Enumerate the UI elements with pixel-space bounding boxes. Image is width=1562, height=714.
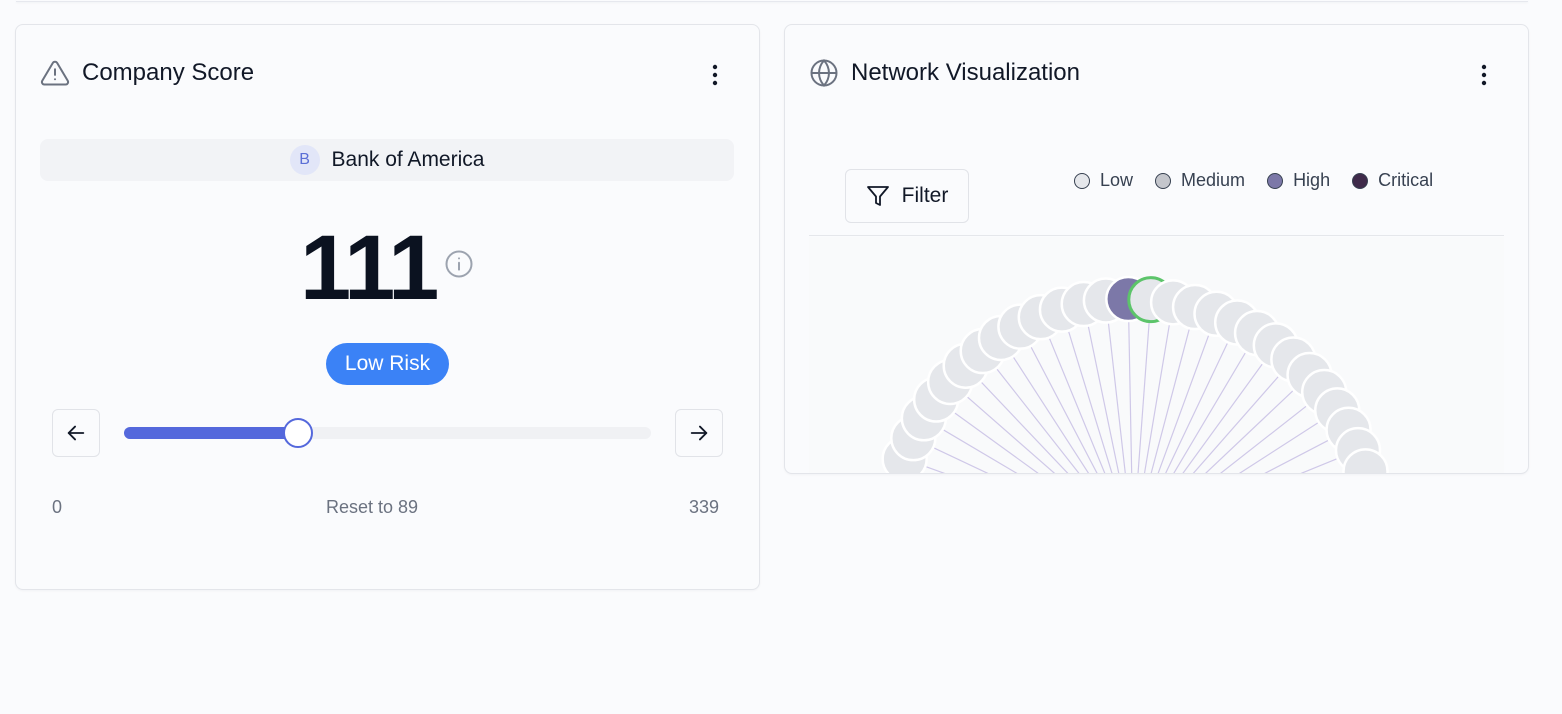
more-vertical-icon[interactable] <box>709 63 721 87</box>
legend-dot <box>1267 172 1284 189</box>
previous-button[interactable] <box>52 409 100 457</box>
divider <box>809 235 1504 236</box>
company-score-header: Company Score <box>40 58 254 88</box>
filter-label: Filter <box>901 184 949 207</box>
card-title: Network Visualization <box>851 59 1080 86</box>
legend-item-high[interactable]: High <box>1267 170 1330 191</box>
range-max-label: 339 <box>689 497 720 517</box>
network-edge <box>982 350 1080 473</box>
risk-legend: Low Medium High Critical <box>1074 170 1433 191</box>
legend-item-low[interactable]: Low <box>1074 170 1133 191</box>
alert-triangle-icon <box>40 60 70 86</box>
risk-badge: Low Risk <box>326 343 449 385</box>
arrow-left-icon <box>67 425 85 441</box>
legend-dot <box>1352 172 1369 189</box>
network-edge <box>1127 299 1133 473</box>
network-header: Network Visualization <box>809 58 1080 88</box>
range-min-label: 0 <box>52 497 63 517</box>
company-avatar: B <box>289 145 320 175</box>
legend-label: Low <box>1100 170 1134 190</box>
next-button[interactable] <box>675 409 723 457</box>
network-edge <box>1264 429 1349 473</box>
info-icon[interactable] <box>444 249 474 279</box>
network-graph[interactable] <box>809 237 1504 473</box>
network-edge <box>1358 470 1366 473</box>
network-visualization-card: Network Visualization Filter Low Medium … <box>784 24 1529 474</box>
filter-icon <box>866 186 889 206</box>
network-edge <box>1192 359 1294 473</box>
network-edge <box>1040 316 1106 473</box>
network-graph-area[interactable] <box>809 237 1504 473</box>
arrow-right-icon <box>690 425 708 441</box>
slider-fill <box>124 427 297 439</box>
score-value: 111 <box>300 217 439 319</box>
network-edge <box>1137 299 1152 473</box>
network-edge <box>1083 303 1120 473</box>
network-edge <box>935 399 1039 473</box>
legend-item-medium[interactable]: Medium <box>1155 170 1245 191</box>
more-vertical-icon[interactable] <box>1478 63 1490 87</box>
network-edge <box>913 437 989 473</box>
legend-label: High <box>1293 170 1331 190</box>
network-edge <box>1000 337 1090 473</box>
score-slider[interactable] <box>124 418 651 448</box>
legend-label: Critical <box>1378 170 1434 190</box>
network-edge <box>1182 345 1277 473</box>
network-edge <box>1019 326 1098 473</box>
company-selector[interactable]: B Bank of America <box>40 139 734 181</box>
company-score-card: Company Score B Bank of America 111 Low … <box>15 24 760 590</box>
slider-thumb[interactable] <box>282 418 313 448</box>
company-name: Bank of America <box>331 148 485 171</box>
reset-button[interactable]: Reset to 89 <box>326 497 418 518</box>
network-edge <box>904 458 946 473</box>
globe-icon <box>810 59 838 87</box>
legend-label: Medium <box>1181 170 1246 190</box>
top-divider <box>16 0 1528 2</box>
legend-dot <box>1074 172 1090 189</box>
card-title: Company Score <box>82 59 255 86</box>
network-edge <box>1173 332 1258 473</box>
network-edge <box>1238 409 1338 473</box>
legend-item-critical[interactable]: Critical <box>1352 170 1433 191</box>
filter-button[interactable]: Filter <box>845 169 969 223</box>
legend-dot <box>1155 172 1172 189</box>
network-edge <box>1150 306 1196 473</box>
network-edge <box>949 381 1056 473</box>
